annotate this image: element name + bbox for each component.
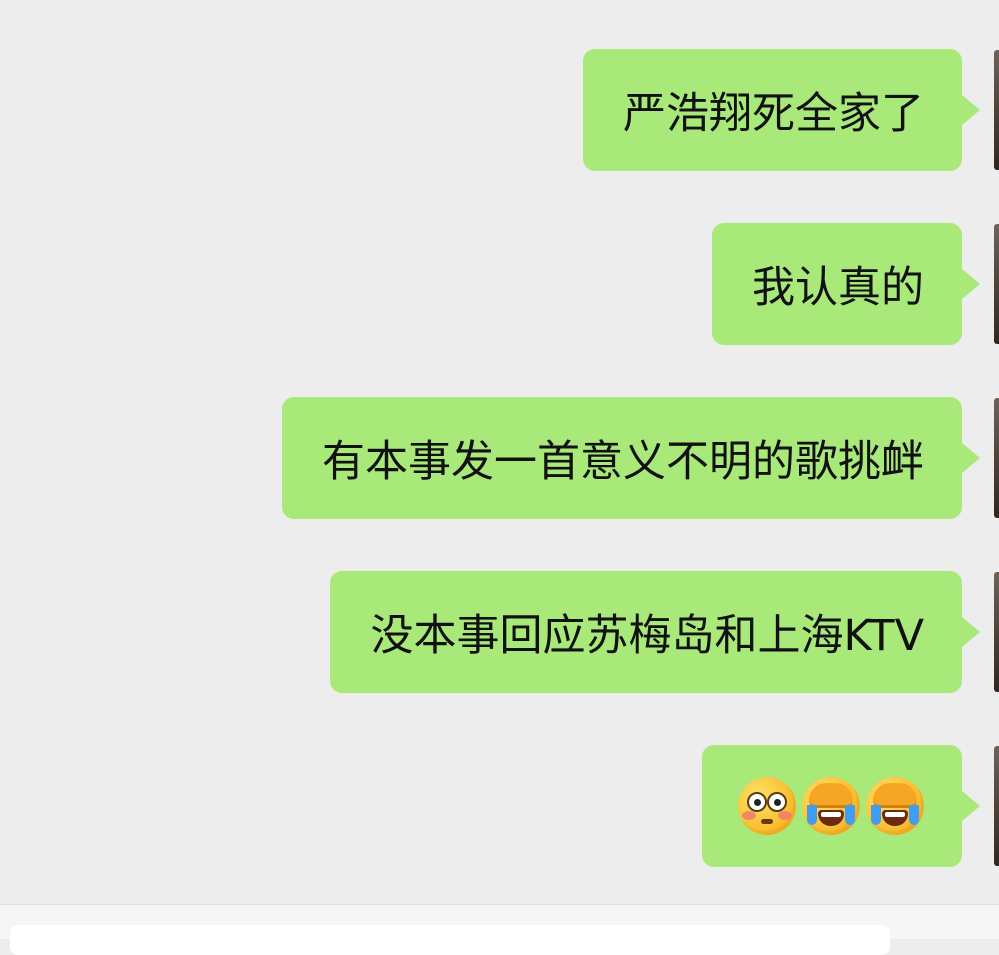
message-text: 没本事回应苏梅岛和上海KTV <box>370 611 924 661</box>
sender-avatar[interactable] <box>994 224 999 344</box>
outgoing-message-bubble[interactable]: 没本事回应苏梅岛和上海KTV <box>330 571 980 693</box>
outgoing-emoji-message-bubble[interactable] <box>702 745 980 867</box>
message-row: 没本事回应苏梅岛和上海KTV <box>330 571 980 693</box>
emoji-group <box>738 777 924 835</box>
message-row: 有本事发一首意义不明的歌挑衅 <box>282 397 980 519</box>
message-row <box>702 745 980 867</box>
outgoing-message-bubble[interactable]: 有本事发一首意义不明的歌挑衅 <box>282 397 980 519</box>
face-palm-crying-emoji-icon <box>866 777 924 835</box>
sender-avatar[interactable] <box>994 398 999 518</box>
sender-avatar[interactable] <box>994 50 999 170</box>
chat-area: 严浩翔死全家了 我认真的 有本事发一首意义不明的歌挑衅 没本事回应苏梅岛和上海K… <box>0 0 999 904</box>
flushed-face-emoji-icon <box>738 777 796 835</box>
message-text: 严浩翔死全家了 <box>623 89 924 139</box>
input-bar <box>0 904 999 955</box>
message-text: 有本事发一首意义不明的歌挑衅 <box>322 437 924 487</box>
message-row: 我认真的 <box>712 223 980 345</box>
message-input[interactable] <box>10 925 890 955</box>
message-row: 严浩翔死全家了 <box>583 49 980 171</box>
sender-avatar[interactable] <box>994 746 999 866</box>
sender-avatar[interactable] <box>994 572 999 692</box>
message-text: 我认真的 <box>752 263 924 313</box>
face-palm-crying-emoji-icon <box>802 777 860 835</box>
outgoing-message-bubble[interactable]: 严浩翔死全家了 <box>583 49 980 171</box>
outgoing-message-bubble[interactable]: 我认真的 <box>712 223 980 345</box>
